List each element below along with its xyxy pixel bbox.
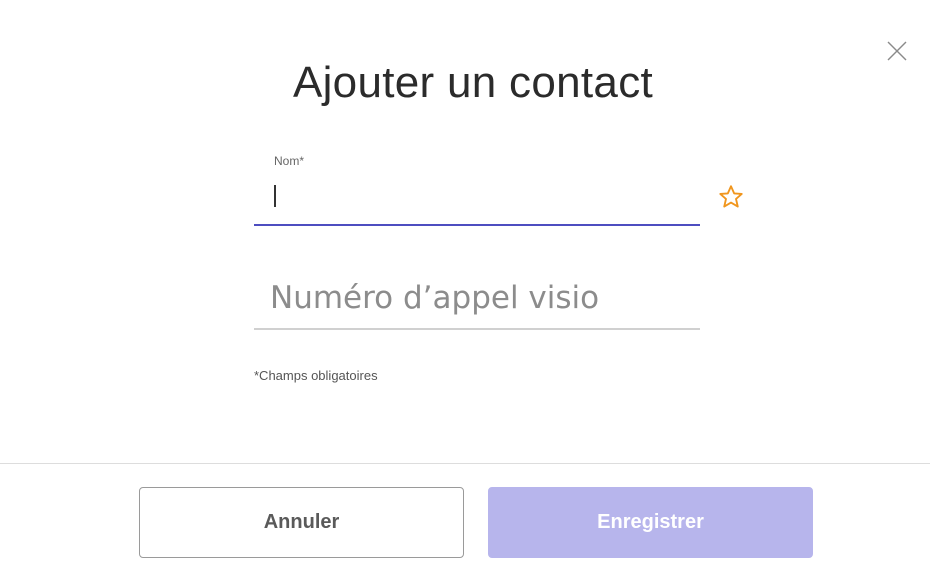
star-outline-icon <box>719 185 743 208</box>
text-caret <box>274 185 276 207</box>
name-input[interactable] <box>272 182 682 212</box>
required-fields-note: *Champs obligatoires <box>254 368 378 383</box>
visio-field-underline <box>254 328 700 330</box>
cancel-button[interactable]: Annuler <box>139 487 464 558</box>
name-field[interactable]: Nom* <box>254 150 700 226</box>
visio-number-input[interactable] <box>270 278 690 318</box>
favorite-button[interactable] <box>717 183 745 211</box>
save-button[interactable]: Enregistrer <box>488 487 813 558</box>
name-field-label: Nom* <box>274 154 305 168</box>
dialog-title: Ajouter un contact <box>292 58 654 107</box>
add-contact-dialog: Ajouter un contact Nom* *Champs obligato… <box>0 0 946 574</box>
name-field-underline <box>254 224 700 226</box>
footer-divider <box>0 463 930 464</box>
visio-number-field[interactable] <box>254 270 700 330</box>
